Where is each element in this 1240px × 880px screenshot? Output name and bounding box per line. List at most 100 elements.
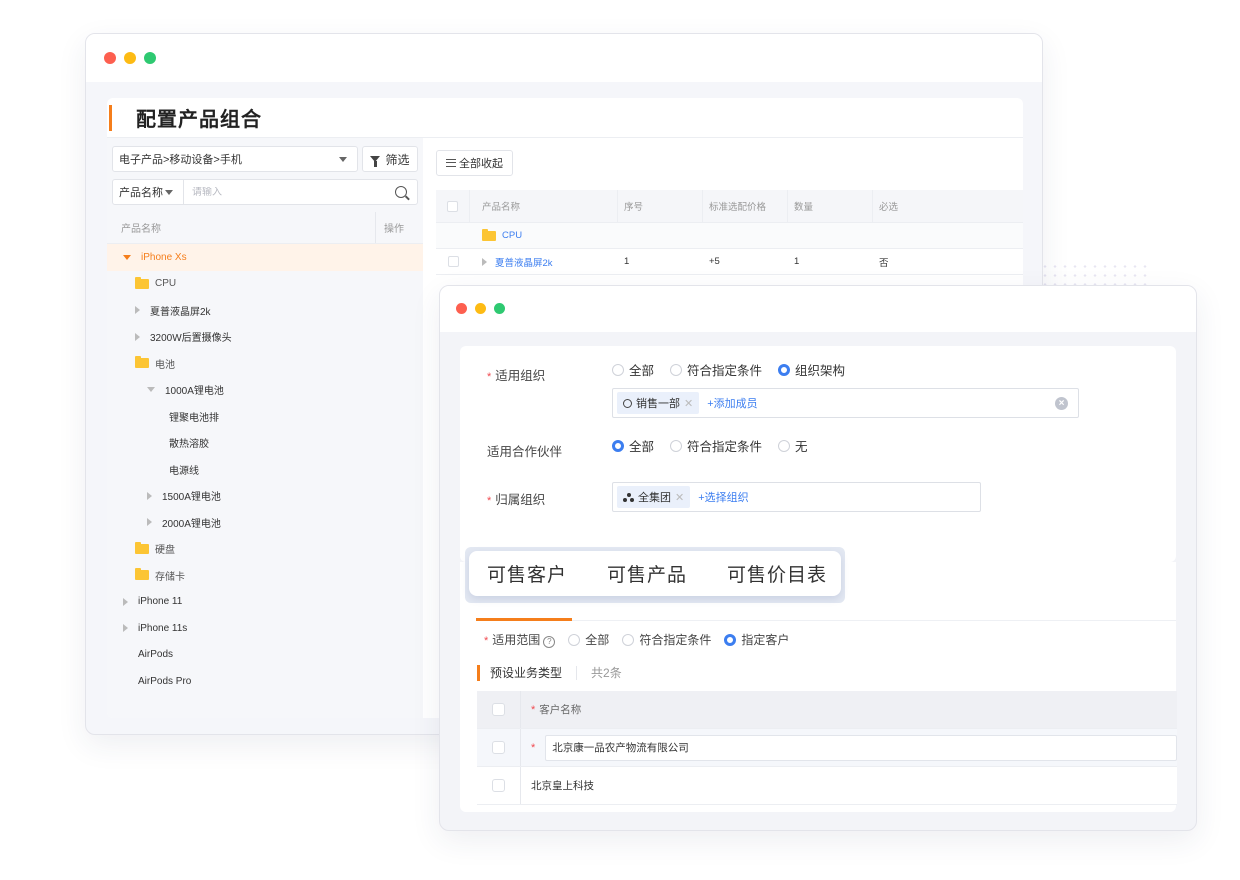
window-titlebar (440, 286, 1196, 332)
tree-item[interactable]: 硬盘 (107, 536, 423, 563)
caret-down-icon[interactable] (123, 254, 131, 260)
chevron-down-icon (165, 190, 173, 195)
column-header: 数量 (788, 190, 873, 222)
table-folder-row[interactable]: CPU (436, 223, 1023, 249)
close-dot-icon[interactable] (456, 303, 467, 314)
row-checkbox[interactable] (492, 779, 505, 792)
required-mark: * (531, 741, 536, 754)
caret-right-icon[interactable] (135, 306, 140, 315)
required-mark: * (531, 703, 536, 716)
org-form-card: * 适用组织 全部 符合指定条件 组织架构 销售一部 ✕ +添加成员 × 适用合作… (460, 346, 1176, 562)
clear-icon[interactable]: × (1055, 397, 1068, 410)
tree-item[interactable]: CPU (107, 271, 423, 298)
tree-item[interactable]: 电池 (107, 350, 423, 377)
folder-name[interactable]: CPU (502, 230, 522, 241)
tree-item-label: 1000A锂电池 (165, 386, 224, 398)
radio-option[interactable]: 无 (778, 436, 808, 455)
tree-header: 产品名称 操作 (107, 212, 423, 244)
cell-qty: 1 (794, 256, 800, 267)
search-input[interactable] (184, 186, 395, 198)
search-field-select[interactable]: 产品名称 (113, 180, 184, 204)
filter-button[interactable]: 筛选 (362, 146, 418, 172)
category-select[interactable]: 电子产品>移动设备>手机 (112, 146, 358, 172)
page-title: 配置产品组合 (136, 109, 262, 131)
cell-price: +5 (709, 256, 720, 267)
tree-item[interactable]: 存储卡 (107, 562, 423, 589)
radio-option[interactable]: 符合指定条件 (622, 631, 711, 648)
radio-option-selected[interactable]: 指定客户 (724, 631, 789, 648)
tree-item[interactable]: AirPods (107, 642, 423, 669)
row-checkbox[interactable] (447, 256, 459, 267)
radio-option-selected[interactable]: 全部 (612, 436, 654, 455)
required-mark: * (487, 371, 492, 383)
tree-item[interactable]: 电源线 (107, 456, 423, 483)
caret-down-icon[interactable] (147, 387, 155, 393)
tree-item[interactable]: iPhone 11 (107, 589, 423, 616)
tree-item-label: 2000A锂电池 (162, 518, 221, 530)
maximize-dot-icon[interactable] (494, 303, 505, 314)
tree-item[interactable]: iPhone 11s (107, 615, 423, 642)
caret-right-icon[interactable] (147, 491, 152, 500)
tab-sellable-pricelist[interactable]: 可售价目表 (727, 560, 827, 587)
section-accent-bar (477, 664, 480, 681)
tree-item[interactable]: 1000A锂电池 (107, 377, 423, 404)
customer-name-input[interactable]: 北京康一品农产物流有限公司 (545, 734, 1177, 761)
scope-label: * 适用范围? (484, 631, 556, 648)
add-member-link[interactable]: +添加成员 (707, 395, 757, 411)
radio-option-selected[interactable]: 组织架构 (778, 360, 845, 379)
radio-option[interactable]: 全部 (612, 360, 654, 379)
org-member-input[interactable]: 销售一部 ✕ +添加成员 × (612, 388, 1079, 418)
tree-item-label: 3200W后置摄像头 (150, 333, 232, 345)
sales-scope-window: * 适用组织 全部 符合指定条件 组织架构 销售一部 ✕ +添加成员 × 适用合作… (439, 285, 1197, 831)
remove-tag-icon[interactable]: ✕ (675, 491, 684, 504)
tree-item-label: CPU (155, 278, 177, 290)
close-dot-icon[interactable] (104, 52, 116, 64)
tree-item[interactable]: 散热溶胶 (107, 430, 423, 457)
radio-option[interactable]: 全部 (568, 631, 609, 648)
row-checkbox[interactable] (492, 741, 505, 754)
search-icon[interactable] (395, 186, 407, 198)
decorative-dots (1040, 262, 1150, 286)
tree-item-label: 电源线 (169, 465, 199, 477)
select-org-link[interactable]: +选择组织 (698, 489, 748, 505)
help-icon[interactable]: ? (543, 636, 556, 648)
collapse-all-button[interactable]: 全部收起 (436, 150, 513, 176)
radio-option[interactable]: 符合指定条件 (670, 436, 762, 455)
caret-right-icon[interactable] (123, 597, 128, 606)
tree-item[interactable]: 锂聚电池排 (107, 403, 423, 430)
tree-item[interactable]: AirPods Pro (107, 668, 423, 695)
radio-option[interactable]: 符合指定条件 (670, 360, 762, 379)
folder-icon (135, 568, 149, 581)
customer-table: * 客户名称 * 北京康一品农产物流有限公司 北京皇上科技 (477, 691, 1177, 805)
tree-item[interactable]: iPhone Xs (107, 244, 423, 271)
minimize-dot-icon[interactable] (475, 303, 486, 314)
title-accent-bar (109, 104, 112, 131)
tree-item[interactable]: 夏普液晶屏2k (107, 297, 423, 324)
caret-right-icon[interactable] (135, 332, 140, 341)
table-row: 北京皇上科技 (477, 767, 1177, 805)
tab-sellable-products[interactable]: 可售产品 (607, 560, 687, 587)
folder-icon (135, 276, 149, 289)
tree-item[interactable]: 3200W后置摄像头 (107, 324, 423, 351)
select-all-checkbox[interactable] (492, 703, 505, 716)
table-header-row: * 客户名称 (477, 691, 1177, 729)
tab-sellable-customers[interactable]: 可售客户 (487, 560, 567, 587)
maximize-dot-icon[interactable] (144, 52, 156, 64)
owner-org-input[interactable]: 全集团 ✕ +选择组织 (612, 482, 981, 512)
tree-item-label: iPhone 11s (138, 622, 188, 634)
caret-right-icon[interactable] (147, 518, 152, 527)
expand-arrow-icon[interactable] (482, 257, 487, 266)
tree-item[interactable]: 2000A锂电池 (107, 509, 423, 536)
caret-right-icon[interactable] (123, 624, 128, 633)
remove-tag-icon[interactable]: ✕ (684, 397, 693, 410)
product-name[interactable]: 夏普液晶屏2k (495, 255, 553, 269)
column-header: 产品名称 (470, 190, 618, 222)
tree-item[interactable]: 1500A锂电池 (107, 483, 423, 510)
category-select-value: 电子产品>移动设备>手机 (119, 154, 242, 166)
tab-bar: 可售客户 可售产品 可售价目表 (469, 551, 841, 596)
owner-org-label: * 归属组织 (487, 493, 546, 507)
section-count: 共2条 (591, 666, 622, 680)
select-all-checkbox[interactable] (447, 200, 458, 212)
applicable-partner-label: 适用合作伙伴 (487, 445, 563, 459)
minimize-dot-icon[interactable] (124, 52, 136, 64)
